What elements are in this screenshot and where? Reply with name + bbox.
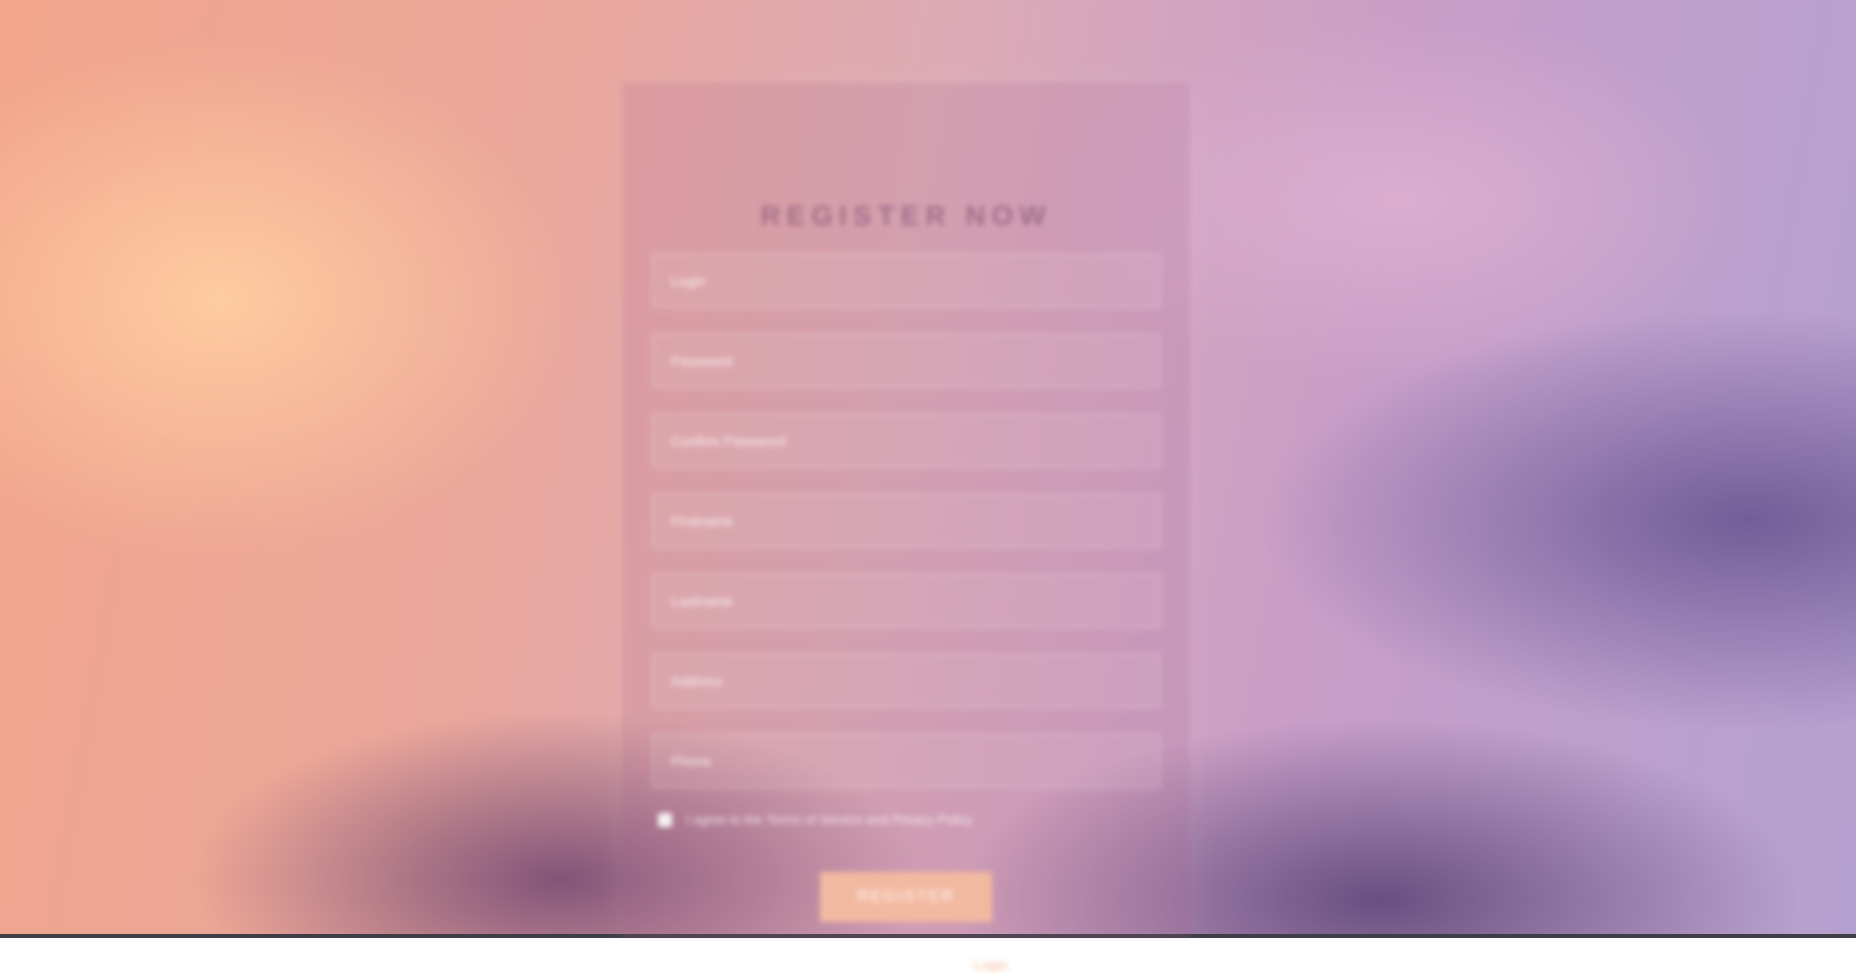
register-card: REGISTER NOW I agree to the Terms of Ser… [622, 82, 1190, 973]
signin-row: Already have an account? Login [622, 957, 1190, 973]
address-input[interactable] [652, 654, 1160, 708]
signin-prompt: Already have an account? [803, 957, 966, 973]
page-title: REGISTER NOW [760, 200, 1052, 231]
phone-input[interactable] [652, 734, 1160, 788]
lastname-input[interactable] [652, 574, 1160, 628]
password-input[interactable] [652, 334, 1160, 388]
firstname-input[interactable] [652, 494, 1160, 548]
terms-agreement[interactable]: I agree to the Terms of Service and Priv… [658, 812, 973, 827]
terms-label: I agree to the Terms of Service and Priv… [686, 812, 973, 827]
login-input[interactable] [652, 254, 1160, 308]
terms-checkbox[interactable] [658, 812, 672, 827]
login-link[interactable]: Login [974, 957, 1008, 973]
confirm-password-input[interactable] [652, 414, 1160, 468]
register-button[interactable]: REGISTER [820, 872, 992, 922]
